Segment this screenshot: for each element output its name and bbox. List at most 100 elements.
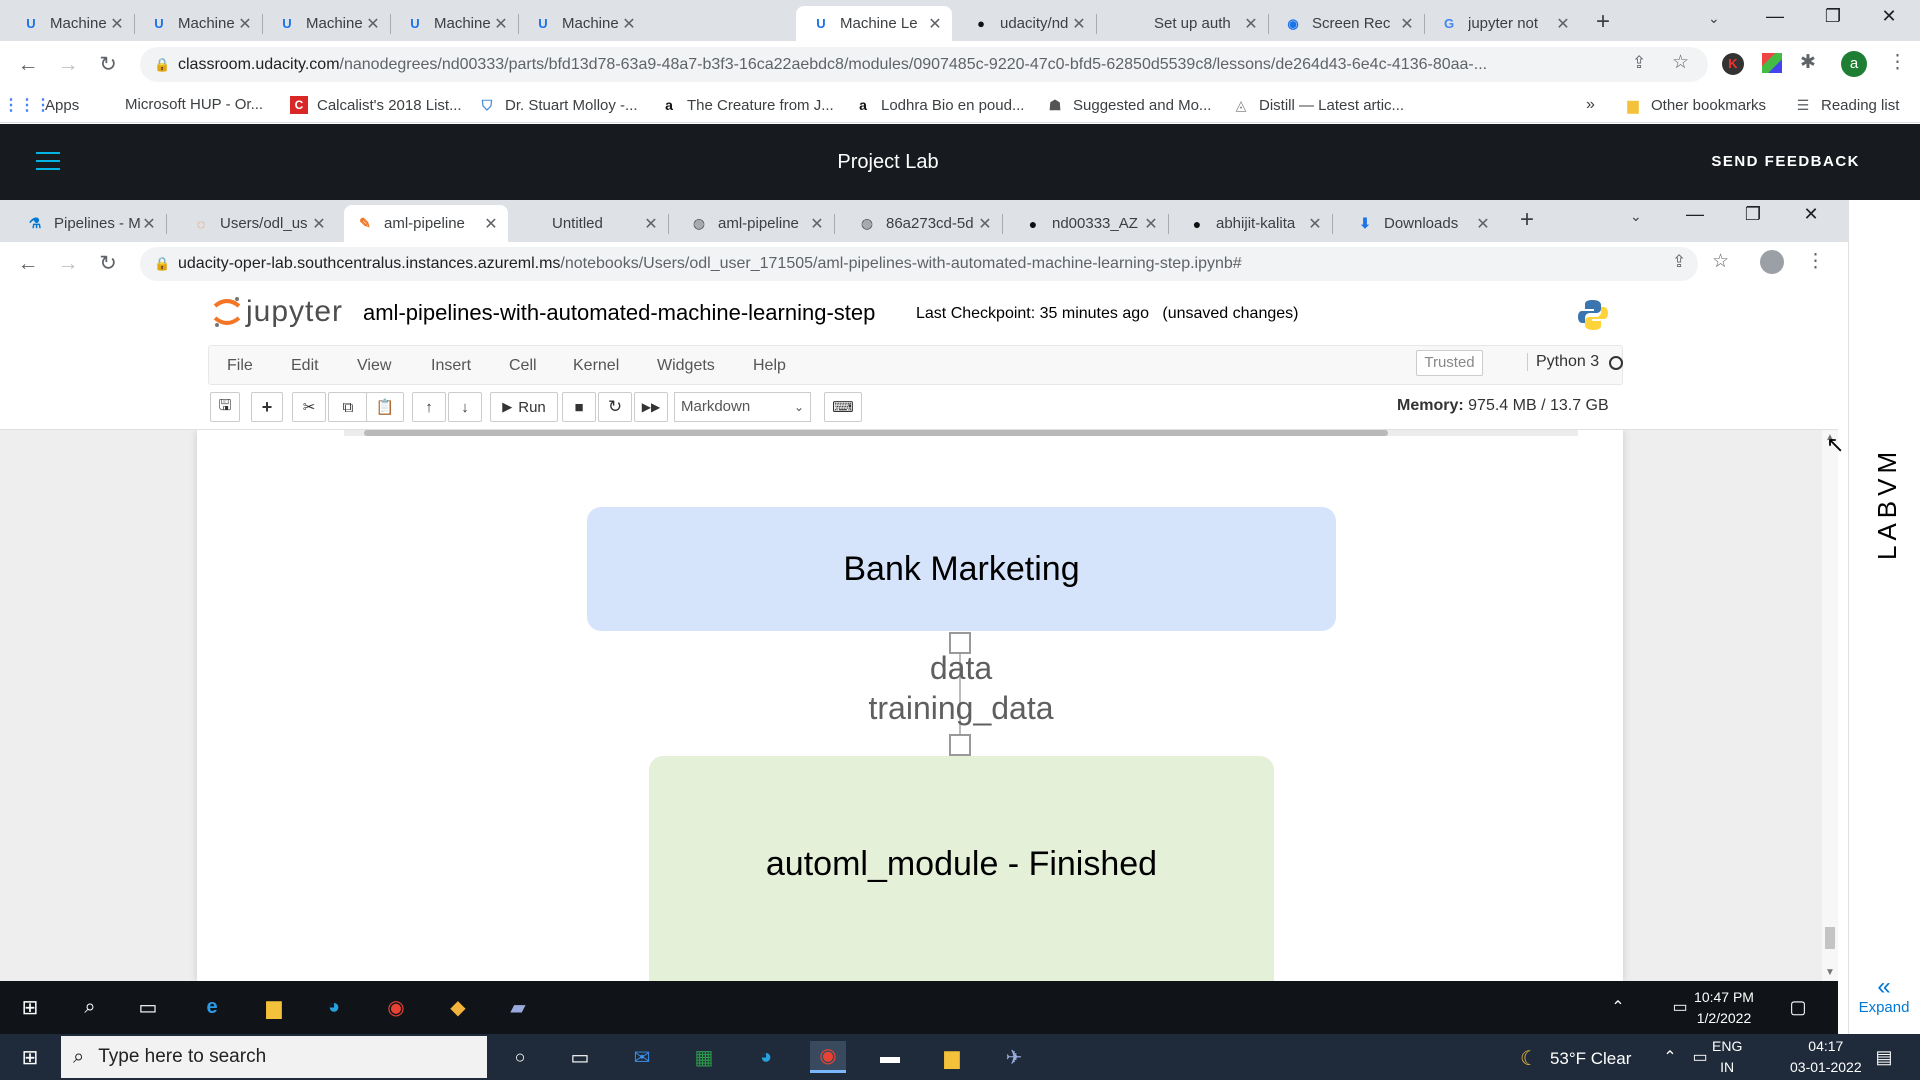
outer-tab-1[interactable]: U Machine Le ✕ [6, 6, 135, 41]
inner-tab-1[interactable]: ⚗ Pipelines - M ✕ [14, 205, 167, 242]
remote-clock[interactable]: 10:47 PM 1/2/2022 [1686, 987, 1762, 1029]
notification-icon[interactable]: ▢ [1782, 991, 1814, 1023]
inner-tab-6[interactable]: ◍ 86a273cd-5d ✕ [846, 205, 1003, 242]
bookmark-creature[interactable]: a The Creature from J... [660, 96, 834, 114]
send-feedback-button[interactable]: SEND FEEDBACK [1711, 124, 1860, 200]
new-tab-icon[interactable]: + [1596, 8, 1610, 36]
bookmark-microsoft-hup[interactable]: Microsoft HUP - Or... [100, 96, 263, 113]
close-icon[interactable]: ✕ [1306, 214, 1324, 234]
host-clock[interactable]: 04:17 03-01-2022 [1790, 1036, 1862, 1078]
pipeline-node-bank-marketing[interactable]: Bank Marketing [587, 507, 1336, 631]
share-icon[interactable]: ⇪ [1632, 53, 1646, 73]
bookmark-distill[interactable]: ◬ Distill — Latest artic... [1232, 96, 1404, 114]
task-view-icon[interactable]: ▭ [132, 991, 164, 1023]
menu-help[interactable]: Help [753, 357, 786, 375]
save-icon[interactable]: 🖫 [210, 392, 240, 422]
menu-cell[interactable]: Cell [509, 357, 537, 375]
trusted-indicator[interactable]: Trusted [1416, 350, 1483, 376]
extensions-puzzle-icon[interactable]: ✱ [1800, 51, 1816, 74]
restart-icon[interactable]: ↻ [598, 392, 632, 422]
close-icon[interactable]: ✕ [140, 214, 158, 234]
inner-tab-5[interactable]: ◍ aml-pipeline ✕ [678, 205, 835, 242]
fast-forward-icon[interactable]: ▶▶ [634, 392, 668, 422]
scroll-down-icon[interactable]: ▼ [1825, 967, 1835, 978]
bookmark-calcalist[interactable]: C Calcalist's 2018 List... [290, 96, 462, 114]
share-icon[interactable]: ⇪ [1672, 252, 1686, 272]
inner-tab-2[interactable]: ◌ Users/odl_us ✕ [180, 205, 336, 242]
outer-tab-10[interactable]: G jupyter not ✕ [1424, 6, 1580, 41]
more-bookmarks-icon[interactable]: » [1586, 96, 1595, 114]
run-button[interactable]: ▶ Run [490, 392, 558, 422]
task-view-icon[interactable]: ▭ [562, 1041, 598, 1073]
close-window-icon[interactable]: ✕ [1788, 204, 1834, 225]
menu-edit[interactable]: Edit [291, 357, 319, 375]
jupyter-logo[interactable]: jupyter [212, 294, 343, 330]
keyboard-icon[interactable]: ⌨ [824, 392, 862, 422]
cortana-icon[interactable]: ○ [502, 1041, 538, 1073]
outer-tab-2[interactable]: U Machine Le ✕ [134, 6, 263, 41]
cell-type-select[interactable]: Markdown ⌄ [674, 392, 811, 422]
close-icon[interactable]: ✕ [1142, 214, 1160, 234]
restore-icon[interactable]: ❐ [1810, 6, 1856, 27]
outer-url-field[interactable]: 🔒 classroom.udacity.com/nanodegrees/nd00… [140, 47, 1708, 82]
close-icon[interactable]: ✕ [1070, 14, 1088, 34]
close-icon[interactable]: ✕ [310, 214, 328, 234]
inner-tab-7[interactable]: ● nd00333_AZ ✕ [1012, 205, 1169, 242]
close-icon[interactable]: ✕ [482, 214, 500, 234]
expand-button[interactable]: « Expand [1848, 975, 1920, 1017]
move-up-icon[interactable]: ↑ [412, 392, 446, 422]
close-icon[interactable]: ✕ [492, 14, 510, 34]
minimize-icon[interactable]: — [1752, 6, 1798, 27]
move-down-icon[interactable]: ↓ [448, 392, 482, 422]
paste-icon[interactable]: 📋 [366, 392, 404, 422]
tray-chevron-icon[interactable]: ⌃ [1602, 991, 1634, 1023]
reading-list[interactable]: ☰ Reading list [1794, 96, 1900, 114]
extension-k-icon[interactable]: K [1722, 53, 1744, 75]
close-icon[interactable]: ✕ [364, 14, 382, 34]
close-icon[interactable]: ✕ [108, 14, 126, 34]
outer-tab-3[interactable]: U Machine Le ✕ [262, 6, 391, 41]
stop-icon[interactable]: ■ [562, 392, 596, 422]
back-icon[interactable]: ← [14, 250, 42, 278]
close-icon[interactable]: ✕ [1242, 14, 1260, 34]
terminal-icon[interactable]: ▬ [872, 1041, 908, 1073]
menu-widgets[interactable]: Widgets [657, 357, 715, 375]
windows-start-icon[interactable]: ⊞ [12, 1041, 48, 1073]
close-icon[interactable]: ✕ [926, 14, 944, 34]
inner-tab-8[interactable]: ● abhijit-kalita ✕ [1176, 205, 1333, 242]
bookmark-suggested[interactable]: ☗ Suggested and Mo... [1046, 96, 1212, 114]
close-icon[interactable]: ✕ [1474, 214, 1492, 234]
outer-tab-8[interactable]: Set up auth ✕ [1112, 6, 1269, 41]
horizontal-scroll-thumb[interactable] [364, 430, 1388, 436]
tab-search-icon[interactable]: ⌄ [1708, 10, 1720, 27]
notification-icon[interactable]: ▤ [1866, 1041, 1902, 1073]
close-icon[interactable]: ✕ [976, 214, 994, 234]
edge-icon[interactable]: ◕ [748, 1041, 784, 1073]
weather-widget[interactable]: ☾ 53°F Clear [1520, 1046, 1631, 1071]
search-icon[interactable]: ⌕ [74, 991, 106, 1023]
ie-icon[interactable]: e [196, 991, 228, 1023]
bookmark-other[interactable]: ▆ Other bookmarks [1624, 96, 1766, 114]
copy-icon[interactable]: ⧉ [328, 392, 368, 422]
reload-icon[interactable]: ↻ [94, 51, 122, 79]
reload-icon[interactable]: ↻ [94, 250, 122, 278]
star-icon[interactable]: ☆ [1672, 51, 1689, 74]
outer-tab-5[interactable]: U Machine Le ✕ [518, 6, 646, 41]
inner-tab-3-active[interactable]: ✎ aml-pipeline ✕ [344, 205, 508, 242]
file-explorer-icon[interactable]: ▆ [934, 1041, 970, 1073]
bookmark-lodhra[interactable]: a Lodhra Bio en poud... [854, 96, 1024, 114]
star-icon[interactable]: ☆ [1712, 250, 1729, 273]
inner-tab-9[interactable]: ⬇ Downloads ✕ [1344, 205, 1500, 242]
menu-kernel[interactable]: Kernel [573, 357, 619, 375]
chrome-icon[interactable]: ◉ [810, 1041, 846, 1073]
vertical-scrollbar[interactable]: ▲ ▼ [1822, 430, 1838, 981]
outer-tab-7[interactable]: ● udacity/nd ✕ [956, 6, 1097, 41]
close-icon[interactable]: ✕ [642, 214, 660, 234]
new-tab-icon[interactable]: + [1520, 206, 1534, 234]
bookmark-stuart-molloy[interactable]: ⛉ Dr. Stuart Molloy -... [478, 96, 638, 114]
close-icon[interactable]: ✕ [236, 14, 254, 34]
minimize-icon[interactable]: — [1672, 204, 1718, 225]
git-icon[interactable]: ◆ [442, 991, 474, 1023]
profile-avatar[interactable]: a [1841, 51, 1867, 77]
forward-icon[interactable]: → [54, 51, 82, 79]
